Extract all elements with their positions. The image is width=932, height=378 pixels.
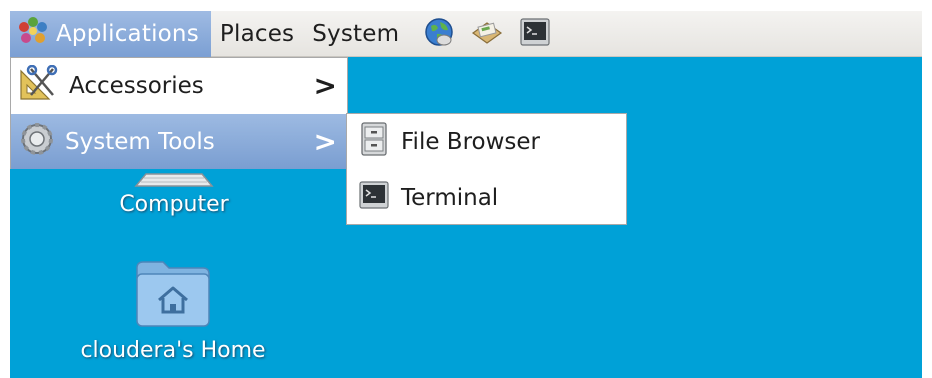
- menu-item-terminal[interactable]: Terminal: [347, 170, 626, 225]
- desktop-icon-computer[interactable]: Computer: [104, 164, 244, 217]
- file-cabinet-icon: [361, 121, 387, 162]
- applications-menu-label: Applications: [56, 20, 199, 47]
- menu-item-accessories[interactable]: Accessories >: [11, 58, 347, 113]
- system-tools-submenu: File Browser Terminal: [346, 113, 627, 225]
- terminal-icon: [520, 17, 550, 50]
- menu-item-label: File Browser: [401, 128, 540, 155]
- web-browser-launcher[interactable]: [422, 17, 456, 51]
- applications-menu: Accessories > System Tools >: [10, 57, 348, 169]
- menu-item-file-browser[interactable]: File Browser: [347, 114, 626, 169]
- desktop-icon-home[interactable]: cloudera's Home: [58, 258, 288, 363]
- menu-item-system-tools[interactable]: System Tools >: [11, 114, 347, 169]
- top-panel: Applications Places System: [10, 10, 922, 57]
- home-folder-icon: [58, 258, 288, 338]
- mail-launcher[interactable]: [470, 17, 504, 51]
- places-menu-button[interactable]: Places: [211, 11, 303, 57]
- terminal-icon: [359, 180, 389, 215]
- terminal-launcher[interactable]: [518, 17, 552, 51]
- desktop-icon-label: cloudera's Home: [80, 338, 266, 363]
- applications-menu-button[interactable]: Applications: [10, 10, 211, 57]
- accessories-icon: [19, 64, 59, 107]
- menu-item-label: Terminal: [401, 184, 499, 211]
- system-menu-button[interactable]: System: [303, 11, 408, 57]
- mail-icon: [470, 17, 504, 51]
- menu-item-label: Accessories: [69, 72, 204, 99]
- desktop-icon-label: Computer: [119, 192, 229, 217]
- submenu-arrow-icon: >: [313, 124, 337, 158]
- menu-item-label: System Tools: [65, 128, 215, 155]
- submenu-arrow-icon: >: [313, 68, 337, 102]
- web-browser-icon: [423, 16, 455, 52]
- gear-icon: [19, 121, 55, 163]
- gnome-foot-icon: [18, 16, 48, 52]
